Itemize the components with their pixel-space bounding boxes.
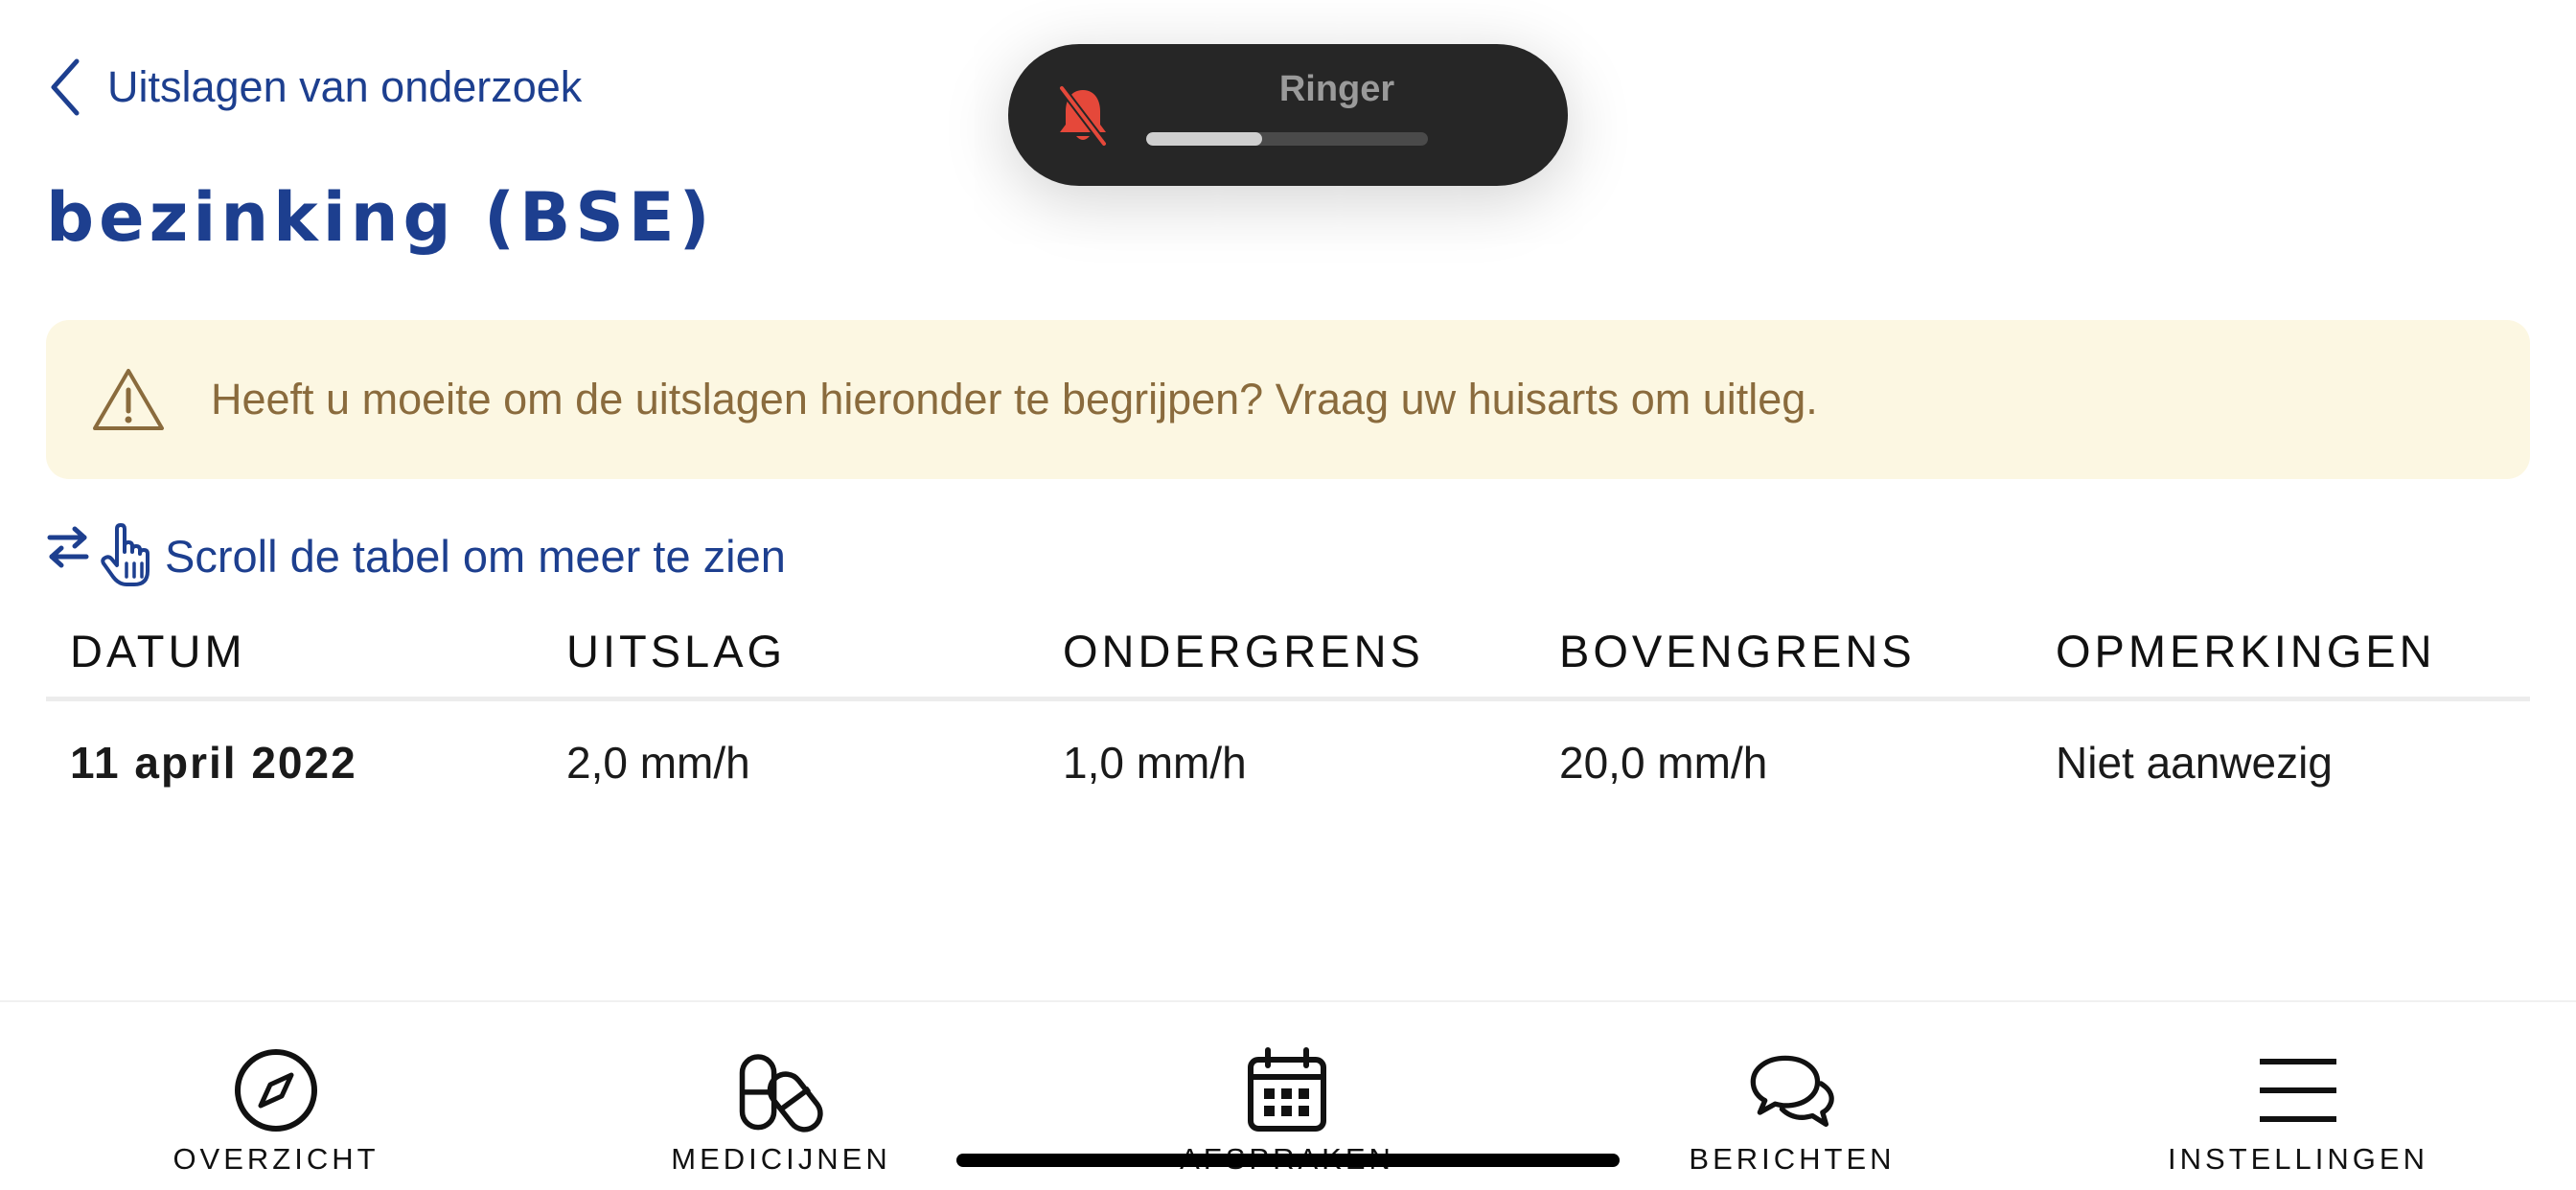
home-indicator[interactable] (956, 1154, 1620, 1167)
results-table[interactable]: DATUM UITSLAG ONDERGRENS BOVENGRENS OPME… (46, 606, 2530, 824)
tab-overzicht[interactable]: OVERZICHT (132, 1021, 420, 1184)
menu-icon (2260, 1059, 2336, 1122)
cell-uitslag: 2,0 mm/h (566, 738, 750, 788)
warning-triangle-icon (93, 369, 164, 430)
pointing-hand-icon (101, 523, 150, 586)
ringer-label: Ringer (1278, 69, 1395, 109)
table-header: DATUM UITSLAG ONDERGRENS BOVENGRENS OPME… (46, 606, 2530, 701)
column-header-opmerkingen: OPMERKINGEN (2056, 626, 2436, 676)
column-header-ondergrens: ONDERGRENS (1063, 626, 1424, 676)
tab-medicijnen-label: MEDICIJNEN (671, 1142, 891, 1176)
cell-datum: 11 april 2022 (70, 738, 357, 788)
tab-medicijnen[interactable]: MEDICIJNEN (637, 1021, 925, 1184)
tab-overzicht-label: OVERZICHT (172, 1142, 380, 1176)
tab-instellingen[interactable]: INSTELLINGEN (2154, 1021, 2442, 1184)
cell-bovengrens: 20,0 mm/h (1559, 738, 1768, 788)
cell-opmerkingen: Niet aanwezig (2056, 738, 2333, 788)
cell-ondergrens: 1,0 mm/h (1063, 738, 1247, 788)
scroll-hint: Scroll de tabel om meer te zien (46, 521, 786, 590)
ringer-volume-fill (1146, 132, 1262, 146)
tab-berichten[interactable]: BERICHTEN (1648, 1021, 1936, 1184)
page-title: bezinking (BSE) (46, 178, 715, 257)
chevron-left-icon (51, 58, 80, 116)
table-row: 11 april 2022 2,0 mm/h 1,0 mm/h 20,0 mm/… (46, 701, 2530, 824)
bell-slash-icon (1058, 84, 1108, 148)
scroll-hint-text: Scroll de tabel om meer te zien (165, 530, 786, 582)
column-header-bovengrens: BOVENGRENS (1559, 626, 1916, 676)
warning-banner: Heeft u moeite om de uitslagen hieronder… (46, 320, 2530, 479)
back-button[interactable]: Uitslagen van onderzoek (46, 54, 582, 121)
compass-icon (235, 1049, 317, 1132)
column-header-uitslag: UITSLAG (566, 626, 787, 676)
column-header-datum: DATUM (70, 626, 246, 676)
ringer-hud: Ringer (1008, 44, 1568, 186)
ringer-volume-bar (1146, 132, 1428, 146)
tab-instellingen-label: INSTELLINGEN (2168, 1142, 2428, 1176)
calendar-icon (1248, 1047, 1326, 1132)
warning-text: Heeft u moeite om de uitslagen hieronder… (211, 375, 1818, 423)
tab-berichten-label: BERICHTEN (1689, 1142, 1896, 1176)
swap-arrows-icon (47, 526, 89, 568)
pills-icon (739, 1054, 823, 1133)
back-button-label: Uitslagen van onderzoek (107, 62, 583, 111)
chat-bubbles-icon (1750, 1055, 1834, 1128)
